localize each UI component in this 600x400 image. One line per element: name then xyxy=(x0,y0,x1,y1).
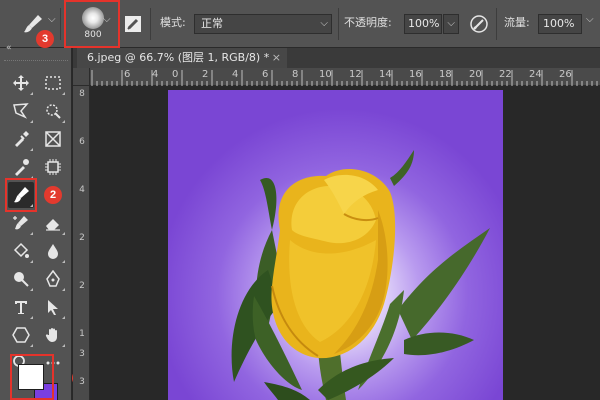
collapse-panel-icon[interactable]: « xyxy=(6,43,12,53)
opacity-value: 100% xyxy=(408,17,440,30)
polygon-lasso-icon xyxy=(13,103,29,119)
opacity-input[interactable]: 100% xyxy=(404,14,442,34)
pen-tool[interactable] xyxy=(40,266,66,292)
toolbox-grip[interactable] xyxy=(4,60,68,64)
horizontal-ruler[interactable]: 6 4 0 2 4 6 8 10 12 14 16 18 20 22 24 26 xyxy=(90,68,600,86)
ruler-ticks xyxy=(91,70,598,86)
path-selection-tool[interactable] xyxy=(40,294,66,320)
chevron-down-icon: ⌵ xyxy=(320,18,328,29)
marquee-tool[interactable] xyxy=(40,70,66,96)
ruler-label: 3 xyxy=(79,377,85,387)
type-icon xyxy=(15,301,27,314)
ruler-label: 3 xyxy=(79,349,85,359)
mode-label: 模式: xyxy=(160,16,186,29)
paint-bucket-icon xyxy=(13,242,29,258)
callout-badge-2: 2 xyxy=(44,186,62,204)
move-icon xyxy=(13,75,29,91)
ruler-label: 6 xyxy=(124,69,131,80)
callout-box-color-swatch xyxy=(10,354,54,400)
arrow-pointer-icon xyxy=(48,300,58,315)
frame-icon xyxy=(45,131,61,147)
hand-tool[interactable] xyxy=(40,322,66,348)
ruler-label: 6 xyxy=(262,69,269,80)
ruler-label: 14 xyxy=(379,69,392,80)
flow-value: 100% xyxy=(543,17,575,30)
chip-icon xyxy=(45,159,61,175)
pen-pressure-icon xyxy=(470,15,488,33)
ruler-label: 4 xyxy=(79,185,85,195)
brush-settings-icon xyxy=(125,16,141,32)
document-title: 6.jpeg @ 66.7% (图层 1, RGB/8) * xyxy=(87,51,270,64)
toggle-brush-settings-button[interactable] xyxy=(124,15,142,33)
ruler-label: 2 xyxy=(79,233,85,243)
ruler-label: 1 xyxy=(79,329,85,339)
chevron-down-icon: ⌵ xyxy=(447,18,455,29)
ruler-label: 22 xyxy=(499,69,512,80)
clone-stamp-tool[interactable] xyxy=(8,210,34,236)
chevron-down-icon[interactable]: ⌵ xyxy=(586,14,594,25)
blur-tool[interactable] xyxy=(40,238,66,264)
history-brush-icon xyxy=(13,216,28,230)
ruler-label: 16 xyxy=(409,69,422,80)
quick-selection-tool[interactable] xyxy=(40,98,66,124)
mode-value: 正常 xyxy=(201,17,223,30)
callout-box-brush-tool xyxy=(5,178,37,212)
ruler-label: 26 xyxy=(559,69,572,80)
hand-icon xyxy=(45,328,57,342)
shape-tool[interactable] xyxy=(8,322,34,348)
move-tool[interactable] xyxy=(8,70,34,96)
ruler-label: 6 xyxy=(79,137,85,147)
lasso-tool[interactable] xyxy=(8,98,34,124)
options-bar: ⌵ 800 ⌵ 3 模式: 正常 ⌵ 不透明度: 100% ⌵ 流量: 100%… xyxy=(0,0,600,48)
dodge-icon xyxy=(14,272,29,287)
hexagon-icon xyxy=(12,327,30,343)
opacity-slider-button[interactable]: ⌵ xyxy=(443,14,459,34)
rect-marquee-icon xyxy=(45,76,61,90)
ruler-origin[interactable] xyxy=(73,68,90,86)
ruler-label: 2 xyxy=(202,69,209,80)
rose-image xyxy=(231,150,490,400)
ruler-label: 0 xyxy=(172,69,179,80)
dodge-tool[interactable] xyxy=(8,266,34,292)
frame-tool[interactable] xyxy=(40,126,66,152)
object-selection-tool[interactable] xyxy=(40,154,66,180)
eyedropper-icon xyxy=(15,131,29,147)
callout-box-brush-size xyxy=(64,0,120,48)
type-tool[interactable] xyxy=(8,294,34,320)
drop-icon xyxy=(48,244,58,259)
close-icon[interactable]: × xyxy=(272,48,281,68)
opacity-label: 不透明度: xyxy=(344,16,392,29)
ruler-label: 4 xyxy=(232,69,239,80)
document-tab-bar: 6.jpeg @ 66.7% (图层 1, RGB/8) * × xyxy=(73,48,600,68)
flow-input[interactable]: 100% xyxy=(538,14,582,34)
toolbox: « 2 xyxy=(0,43,90,400)
pen-icon xyxy=(46,270,60,287)
flow-label: 流量: xyxy=(504,16,530,29)
ruler-label: 2 xyxy=(79,281,85,291)
eraser-icon xyxy=(46,219,60,231)
ruler-label: 8 xyxy=(292,69,299,80)
vertical-ruler[interactable]: 8 6 4 2 2 1 3 3 xyxy=(73,86,90,400)
ruler-label: 12 xyxy=(349,69,362,80)
quick-selection-icon xyxy=(46,104,61,119)
ruler-label: 4 xyxy=(152,69,159,80)
ruler-label: 8 xyxy=(79,89,85,99)
eraser-tool[interactable] xyxy=(40,210,66,236)
chevron-down-icon[interactable]: ⌵ xyxy=(48,14,56,25)
healing-tool[interactable] xyxy=(8,154,34,180)
document-tab[interactable]: 6.jpeg @ 66.7% (图层 1, RGB/8) * × xyxy=(77,48,287,68)
crop-tool[interactable] xyxy=(8,126,34,152)
document-canvas[interactable] xyxy=(168,90,503,400)
ruler-label: 20 xyxy=(469,69,482,80)
ruler-label: 18 xyxy=(439,69,452,80)
mode-select[interactable]: 正常 ⌵ xyxy=(194,14,332,34)
pressure-opacity-button[interactable] xyxy=(468,13,490,35)
ruler-label: 24 xyxy=(529,69,542,80)
callout-badge-3: 3 xyxy=(36,30,54,48)
eyedropper-icon xyxy=(15,159,29,176)
ruler-label: 10 xyxy=(319,69,332,80)
paint-bucket-tool[interactable] xyxy=(8,238,34,264)
